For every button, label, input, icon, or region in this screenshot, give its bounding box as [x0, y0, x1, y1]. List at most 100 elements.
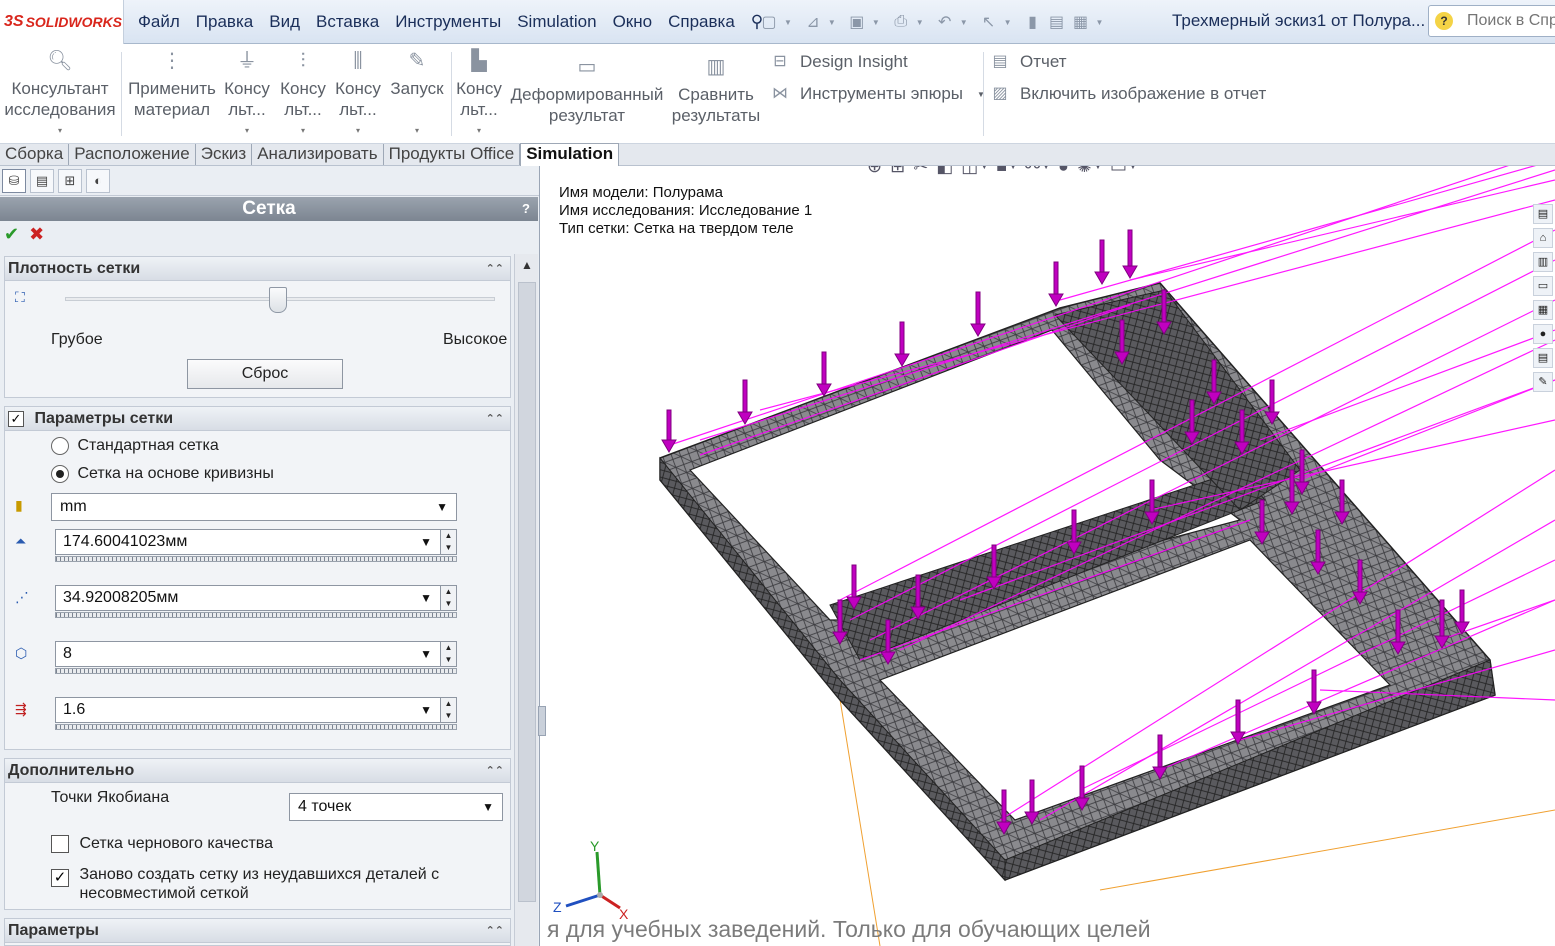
view-settings-icon[interactable]: ▭ — [1110, 166, 1127, 177]
results-advisor-button[interactable]: ▙ Консу льт... ▾ — [454, 48, 504, 141]
circle-elements-spinner[interactable]: 8 ▼ ▲ ▼ — [51, 641, 461, 675]
view-palette-icon[interactable]: ▦ — [1533, 300, 1553, 320]
tab-evaluate[interactable]: Анализировать — [252, 144, 384, 165]
deformed-result-button[interactable]: ▭ Деформированный результат — [510, 54, 664, 126]
mesh-parameters-header[interactable]: ✓ Параметры сетки ⌃⌃ — [5, 407, 510, 431]
scroll-up-icon[interactable]: ▲ — [515, 258, 539, 272]
include-image-button[interactable]: ▨ Включить изображение в отчет — [988, 82, 1266, 106]
zoom-to-area-icon[interactable]: ⊞ — [890, 166, 905, 177]
apply-material-button[interactable]: ⋮ Применить материал — [126, 48, 218, 120]
library-icon[interactable]: ▥ — [1533, 252, 1553, 272]
feature-tree-icon[interactable]: ⛁ — [2, 168, 26, 193]
forum-icon[interactable]: ✎ — [1533, 372, 1553, 392]
graphics-area[interactable]: Имя модели: Полурама Имя исследования: И… — [547, 166, 1555, 946]
new-dropdown-icon[interactable]: ▼ — [784, 18, 792, 27]
section-view-icon[interactable]: ◧ — [936, 166, 953, 177]
file-explorer-icon[interactable]: ▭ — [1533, 276, 1553, 296]
draft-quality-option[interactable]: Сетка чернового качества — [51, 835, 273, 853]
plot-tools-button[interactable]: ⋈ Инструменты эпюры ▼ — [768, 82, 985, 106]
options-icon[interactable]: ▦ — [1072, 12, 1090, 32]
report-button[interactable]: ▤ Отчет — [988, 50, 1066, 74]
rebuild-icon[interactable]: ▮ — [1024, 12, 1042, 32]
select-icon[interactable]: ↖ — [980, 12, 998, 32]
value-thumbwheel[interactable] — [55, 724, 457, 730]
apply-scene-icon[interactable]: ✺ — [1077, 166, 1092, 177]
restore-icon[interactable]: ❐ — [1514, 166, 1525, 168]
new-icon[interactable]: ▢ — [760, 12, 778, 32]
spin-buttons[interactable]: ▲ ▼ — [440, 697, 457, 723]
edit-appearance-icon[interactable]: ● — [1058, 166, 1069, 177]
help-search[interactable]: ? — [1428, 5, 1555, 37]
chevron-down-icon[interactable]: ▼ — [420, 530, 432, 554]
save-dropdown-icon[interactable]: ▼ — [872, 18, 880, 27]
circle-elements-field[interactable]: 8 ▼ — [55, 641, 441, 667]
design-insight-button[interactable]: ⊟ Design Insight — [768, 50, 907, 74]
spin-buttons[interactable]: ▲ ▼ — [440, 641, 457, 667]
growth-ratio-field[interactable]: 1.6 ▼ — [55, 697, 441, 723]
curvature-mesh-radio[interactable] — [51, 465, 69, 483]
select-dropdown-icon[interactable]: ▼ — [1004, 18, 1012, 27]
tab-layout[interactable]: Расположение — [69, 144, 196, 165]
close-icon[interactable]: ✕ — [1535, 166, 1545, 168]
menu-insert[interactable]: Вставка — [308, 12, 387, 32]
draft-quality-checkbox[interactable] — [51, 835, 69, 853]
print-icon[interactable]: ⎙ — [892, 13, 910, 31]
tab-assembly[interactable]: Сборка — [0, 144, 70, 165]
standard-mesh-option[interactable]: Стандартная сетка — [51, 437, 219, 455]
menu-window[interactable]: Окно — [605, 12, 661, 32]
max-element-size-field[interactable]: 174.60041023мм ▼ — [55, 529, 441, 555]
options-dropdown-icon[interactable]: ▼ — [1096, 18, 1104, 27]
tab-simulation[interactable]: Simulation — [520, 143, 620, 166]
remesh-checkbox[interactable]: ✓ — [51, 869, 69, 887]
menu-file[interactable]: Файл — [130, 12, 188, 32]
min-element-size-spinner[interactable]: 34.92008205мм ▼ ▲ ▼ — [51, 585, 461, 619]
spin-buttons[interactable]: ▲ ▼ — [440, 585, 457, 611]
mesh-parameters-checkbox[interactable]: ✓ — [8, 410, 24, 427]
solidworks-logo[interactable]: 3S SOLIDWORKS — [0, 0, 124, 44]
run-button[interactable]: ✎ Запуск ▾ — [388, 48, 446, 141]
open-dropdown-icon[interactable]: ▼ — [828, 18, 836, 27]
configuration-manager-icon[interactable]: ⊞ — [58, 168, 82, 193]
display-style-icon[interactable]: ■ — [996, 166, 1007, 177]
display-manager-icon[interactable]: ◐ — [86, 168, 110, 193]
minimize-icon[interactable]: — — [1492, 166, 1504, 168]
scrollbar-thumb[interactable] — [518, 282, 536, 902]
undo-dropdown-icon[interactable]: ▼ — [960, 18, 968, 27]
property-manager-icon[interactable]: ▤ — [30, 168, 54, 193]
compare-results-button[interactable]: ▥ Сравнить результаты — [670, 54, 762, 126]
menu-edit[interactable]: Правка — [188, 12, 261, 32]
menu-help[interactable]: Справка — [660, 12, 743, 32]
reset-button[interactable]: Сброс — [187, 359, 343, 389]
tile-icon[interactable]: ▫ — [1464, 166, 1468, 168]
standard-mesh-radio[interactable] — [51, 437, 69, 455]
chevron-down-icon[interactable]: ▼ — [420, 586, 432, 610]
tab-sketch[interactable]: Эскиз — [196, 144, 253, 165]
tab-office-products[interactable]: Продукты Office — [384, 144, 521, 165]
chevron-down-icon[interactable]: ▼ — [1129, 166, 1137, 171]
fixtures-advisor-button[interactable]: ⏚ Консу льт... ▾ — [222, 48, 272, 141]
collapse-icon[interactable]: ⌃⌃ — [486, 407, 504, 431]
zoom-to-fit-icon[interactable]: ⊕ — [867, 166, 882, 177]
growth-ratio-spinner[interactable]: 1.6 ▼ ▲ ▼ — [51, 697, 461, 731]
ok-check-icon[interactable]: ✔ — [4, 224, 19, 245]
unit-select[interactable]: mm ▼ — [51, 493, 457, 521]
advanced-header[interactable]: Дополнительно ⌃⌃ — [5, 759, 510, 783]
help-icon[interactable]: ? — [522, 197, 530, 221]
open-icon[interactable]: ⊿ — [804, 12, 822, 32]
value-thumbwheel[interactable] — [55, 556, 457, 562]
chevron-down-icon[interactable]: ▼ — [420, 698, 432, 722]
chevron-down-icon[interactable]: ▼ — [1009, 166, 1017, 171]
menu-simulation[interactable]: Simulation — [509, 12, 604, 32]
panel-splitter[interactable] — [538, 706, 546, 736]
chevron-down-icon[interactable]: ▼ — [980, 166, 988, 171]
jacobian-select[interactable]: 4 точек ▼ — [289, 793, 503, 821]
collapse-icon[interactable]: ⌃⌃ — [486, 257, 504, 281]
connections-advisor-button[interactable]: ⫼ Консу льт... ▾ — [333, 48, 383, 141]
print-dropdown-icon[interactable]: ▼ — [916, 18, 924, 27]
file-properties-icon[interactable]: ▤ — [1048, 12, 1066, 32]
value-thumbwheel[interactable] — [55, 668, 457, 674]
search-input[interactable] — [1467, 12, 1555, 30]
previous-view-icon[interactable]: ✂ — [913, 166, 928, 177]
custom-properties-icon[interactable]: ▤ — [1533, 348, 1553, 368]
split-icon[interactable]: ▫ — [1478, 166, 1482, 168]
